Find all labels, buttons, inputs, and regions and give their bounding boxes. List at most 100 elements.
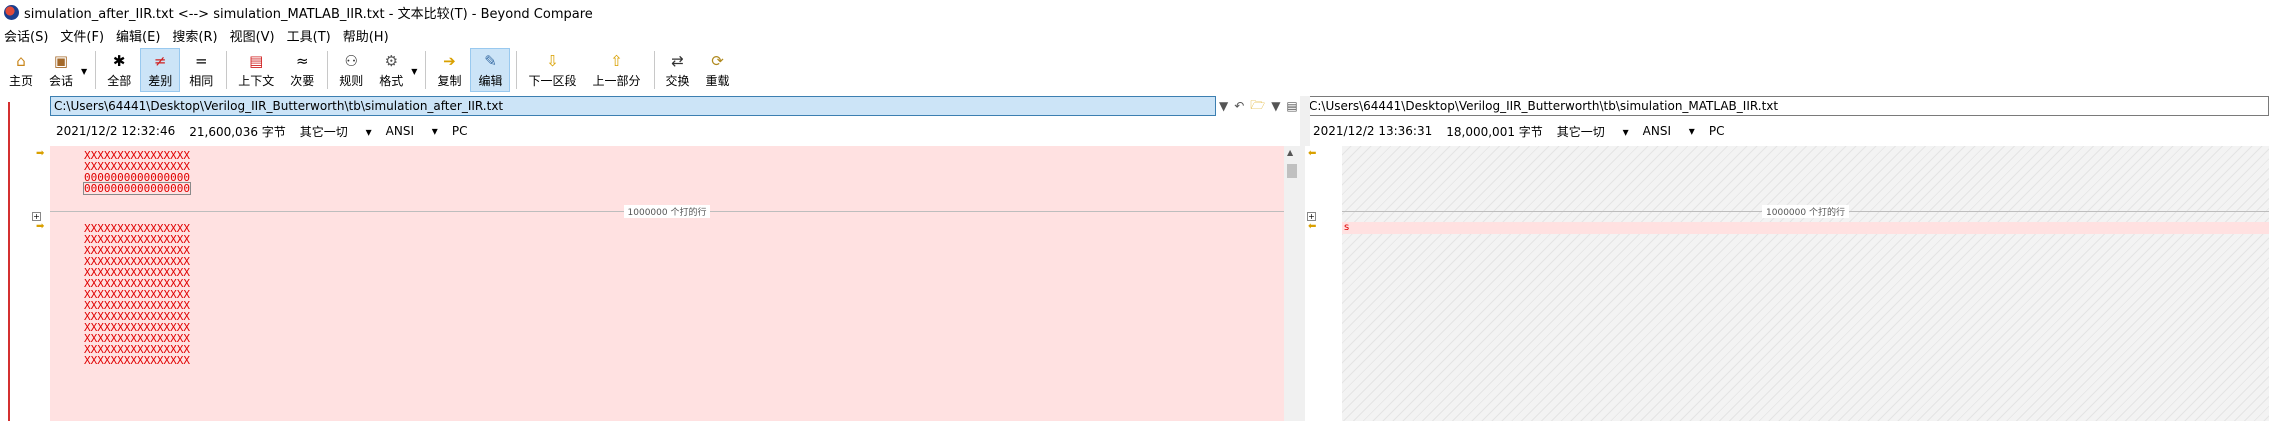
context-label: 上下文 (238, 74, 275, 88)
hidden-lines-label: 1000000 个打的行 (1762, 204, 1849, 218)
copy-left-arrow-icon[interactable]: ⬅ (1308, 149, 1320, 159)
text-line-cursor[interactable]: 0000000000000000 (83, 182, 191, 195)
right-line-ending: PC (1708, 124, 1725, 138)
session-dropdown-icon[interactable]: ▼ (81, 67, 87, 76)
diff-glyph: s (1344, 222, 1350, 233)
left-line-ending: PC (451, 124, 468, 138)
gap-divider (50, 210, 624, 212)
left-open-dropdown-icon[interactable]: ▼ (1271, 99, 1280, 113)
gap-divider (1848, 210, 2269, 212)
copy-right-arrow-icon[interactable]: ➡ (36, 149, 48, 159)
format-dropdown-icon[interactable]: ▼ (411, 67, 417, 76)
left-path-input[interactable]: C:\Users\64441\Desktop\Verilog_IIR_Butte… (50, 96, 1216, 116)
arrow-right-icon: ➔ (443, 52, 456, 70)
swap-button[interactable]: ⇄ 交换 (659, 48, 697, 92)
session-label: 会话 (49, 74, 74, 88)
hidden-lines-gap: 1000000 个打的行 (1342, 204, 2269, 218)
right-filter-select[interactable]: 其它一切 ▾ (1557, 123, 1629, 140)
title-bar: simulation_after_IIR.txt <--> simulation… (0, 0, 2269, 24)
left-history-icon[interactable]: ↶ (1234, 99, 1244, 113)
edit-button[interactable]: ✎ 编辑 (470, 48, 511, 92)
left-info-row: 2021/12/2 12:32:46 21,600,036 字节 其它一切 ▾ … (56, 122, 481, 140)
format-button[interactable]: ⚙ 格式 (372, 48, 410, 92)
approx-icon: ≈ (295, 52, 309, 70)
minor-button[interactable]: ≈ 次要 (283, 48, 321, 92)
briefcase-icon: ▣ (53, 52, 69, 70)
copy-label: 复制 (437, 74, 462, 88)
right-text-pane[interactable]: 1000000 个打的行 (1342, 146, 2269, 421)
context-icon: ▤ (249, 52, 264, 70)
session-button[interactable]: ▣ 会话 (42, 48, 80, 92)
show-all-button[interactable]: ✱ 全部 (100, 48, 138, 92)
next-section-label: 下一区段 (528, 74, 577, 88)
menu-tools[interactable]: 工具(T) (287, 26, 331, 45)
left-filter-select[interactable]: 其它一切 ▾ (300, 123, 372, 140)
copy-right-arrow-icon[interactable]: ➡ (36, 222, 48, 232)
pencil-icon: ✎ (484, 52, 497, 70)
left-path-dropdown-icon[interactable]: ▼ (1219, 99, 1228, 113)
gear-icon: ⚙ (384, 52, 399, 70)
expand-gap-icon[interactable]: + (32, 212, 41, 221)
right-file-date: 2021/12/2 13:36:31 (1313, 124, 1433, 138)
right-diff-line[interactable]: s (1342, 222, 2269, 234)
rules-button[interactable]: ⚇ 规则 (332, 48, 370, 92)
swap-label: 交换 (665, 74, 690, 88)
copy-button[interactable]: ➔ 复制 (430, 48, 468, 92)
left-text-pane[interactable]: XXXXXXXXXXXXXXXX XXXXXXXXXXXXXXXX 000000… (50, 146, 1284, 421)
menu-help[interactable]: 帮助(H) (343, 26, 389, 45)
referee-icon: ⚇ (344, 52, 358, 70)
toolbar: ⌂ 主页 ▣ 会话 ▼ ✱ 全部 ≠ 差别 = 相同 ▤ 上下文 ≈ 次要 ⚇ … (0, 48, 2269, 94)
right-encoding-select[interactable]: ANSI ▾ (1643, 124, 1695, 138)
show-same-button[interactable]: = 相同 (182, 48, 220, 92)
menu-session[interactable]: 会话(S) (4, 26, 48, 45)
arrow-down-icon: ⇩ (546, 52, 559, 70)
next-section-button[interactable]: ⇩ 下一区段 (521, 48, 583, 92)
menu-search[interactable]: 搜索(R) (172, 26, 217, 45)
edit-label: 编辑 (478, 74, 503, 88)
home-button[interactable]: ⌂ 主页 (2, 48, 40, 92)
asterisk-icon: ✱ (112, 52, 126, 70)
format-label: 格式 (379, 74, 404, 88)
window-title: simulation_after_IIR.txt <--> simulation… (24, 6, 593, 22)
left-vertical-scrollbar[interactable]: ▲ (1284, 146, 1300, 421)
right-path-row: C:\Users\64441\Desktop\Verilog_IIR_Butte… (1305, 96, 2269, 116)
right-marker-column: ⬅ + ⬅ (1305, 146, 1342, 421)
left-open-folder-icon[interactable]: 🗁 (1250, 96, 1265, 117)
overview-strip[interactable] (0, 98, 30, 421)
hidden-lines-label: 1000000 个打的行 (623, 204, 711, 218)
not-equal-icon: ≠ (153, 52, 167, 70)
toolbar-separator (226, 51, 228, 89)
reload-button[interactable]: ⟳ 重载 (699, 48, 737, 92)
prev-section-button[interactable]: ⇧ 上一部分 (586, 48, 648, 92)
left-encoding-select[interactable]: ANSI ▾ (386, 124, 438, 138)
menu-edit[interactable]: 编辑(E) (116, 26, 160, 45)
copy-left-arrow-icon[interactable]: ⬅ (1308, 222, 1320, 232)
overview-diff-marker (8, 102, 30, 421)
prev-section-label: 上一部分 (592, 74, 641, 88)
arrow-up-icon: ⇧ (610, 52, 623, 70)
text-line[interactable]: XXXXXXXXXXXXXXXX (84, 355, 190, 366)
right-path-input[interactable]: C:\Users\64441\Desktop\Verilog_IIR_Butte… (1305, 96, 2269, 116)
reload-icon: ⟳ (711, 52, 724, 70)
right-file-size: 18,000,001 字节 (1446, 124, 1543, 139)
beyond-compare-logo-icon (4, 4, 19, 20)
scrollbar-thumb[interactable] (1287, 164, 1297, 178)
left-file-date: 2021/12/2 12:32:46 (56, 124, 176, 138)
context-button[interactable]: ▤ 上下文 (231, 48, 281, 92)
toolbar-separator (327, 51, 329, 89)
scroll-up-icon[interactable]: ▲ (1287, 148, 1293, 157)
left-file-size: 21,600,036 字节 (189, 124, 286, 139)
expand-gap-icon[interactable]: + (1307, 212, 1316, 221)
minor-label: 次要 (290, 74, 315, 88)
toolbar-separator (516, 51, 518, 89)
show-diffs-button[interactable]: ≠ 差别 (140, 48, 181, 92)
toolbar-separator (95, 51, 97, 89)
menu-bar: 会话(S) 文件(F) 编辑(E) 搜索(R) 视图(V) 工具(T) 帮助(H… (0, 24, 2269, 46)
left-path-row: C:\Users\64441\Desktop\Verilog_IIR_Butte… (50, 96, 1301, 116)
reload-label: 重载 (705, 74, 730, 88)
menu-file[interactable]: 文件(F) (60, 26, 104, 45)
hidden-lines-gap: 1000000 个打的行 (50, 204, 1284, 218)
toolbar-separator (653, 51, 655, 89)
menu-view[interactable]: 视图(V) (230, 26, 275, 45)
left-save-icon[interactable]: ▤ (1286, 99, 1297, 113)
